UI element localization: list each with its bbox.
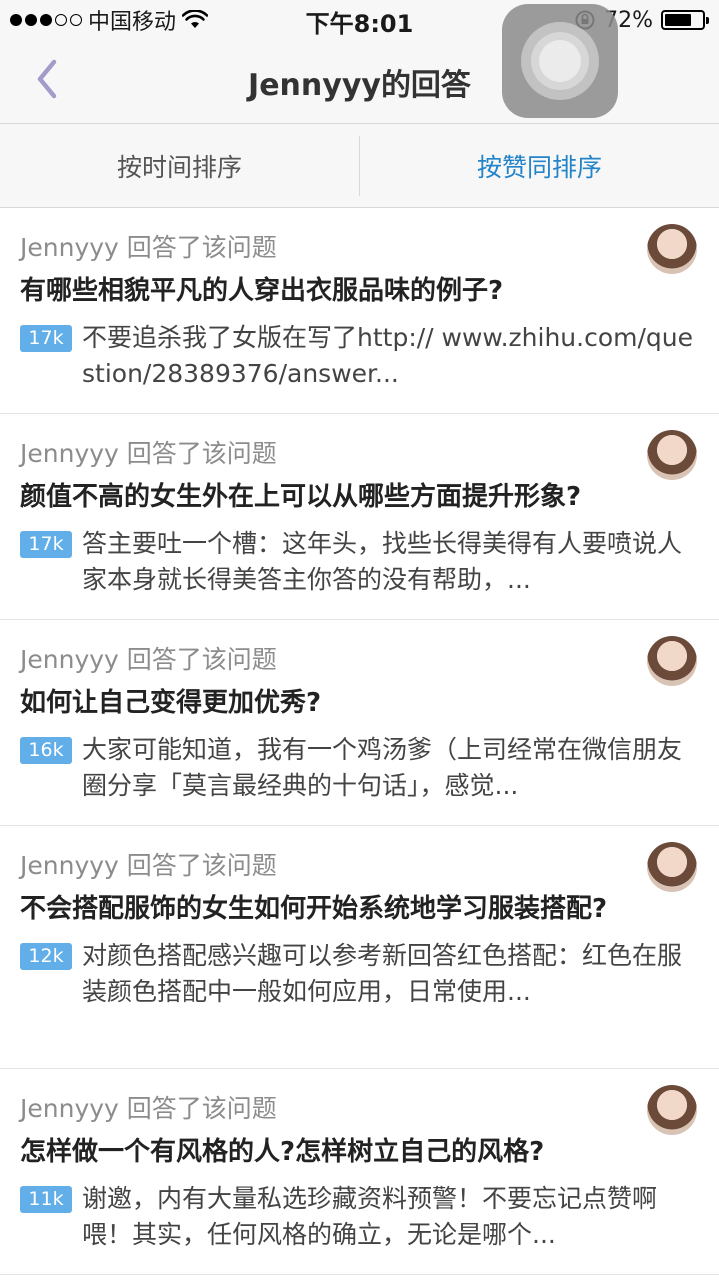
answer-meta: Jennyyy 回答了该问题 [20,1094,277,1123]
answer-meta: Jennyyy 回答了该问题 [20,645,277,674]
avatar[interactable] [647,842,697,892]
answer-summary[interactable]: 17k 答主要吐一个槽：这年头，找些长得美得有人要喷说人家本身就长得美答主你答的… [20,526,699,598]
answer-item[interactable]: Jennyyy 回答了该问题 颜值不高的女生外在上可以从哪些方面提升形象? 17… [0,414,719,620]
answer-summary[interactable]: 17k 不要追杀我了女版在写了http:// www.zhihu.com/que… [20,320,699,392]
answer-excerpt: 谢邀，内有大量私选珍藏资料预警！不要忘记点赞啊喂！其实，任何风格的确立，无论是哪… [82,1184,658,1249]
answer-item[interactable]: Jennyyy 回答了该问题 如何让自己变得更加优秀? 16k 大家可能知道，我… [0,620,719,826]
vote-count-badge: 12k [20,943,72,970]
battery-icon [661,10,709,30]
tab-sort-by-time[interactable]: 按时间排序 [0,124,359,207]
answer-meta: Jennyyy 回答了该问题 [20,439,277,468]
assistive-touch-button[interactable] [502,4,618,118]
answer-excerpt: 对颜色搭配感兴趣可以参考新回答红色搭配：红色在服装颜色搭配中一般如何应用，日常使… [82,941,683,1006]
answer-item[interactable]: Jennyyy 回答了该问题 有哪些相貌平凡的人穿出衣服品味的例子? 17k 不… [0,208,719,414]
avatar[interactable] [647,430,697,480]
answer-item[interactable]: Jennyyy 回答了该问题 不会搭配服饰的女生如何开始系统地学习服装搭配? 1… [0,826,719,1069]
sort-tabs: 按时间排序 按赞同排序 [0,124,719,208]
answer-meta: Jennyyy 回答了该问题 [20,233,277,262]
avatar[interactable] [647,636,697,686]
question-title[interactable]: 不会搭配服饰的女生如何开始系统地学习服装搭配? [20,890,699,928]
answer-excerpt: 不要追杀我了女版在写了http:// www.zhihu.com/questio… [82,323,693,388]
vote-count-badge: 17k [20,325,72,352]
answer-excerpt: 答主要吐一个槽：这年头，找些长得美得有人要喷说人家本身就长得美答主你答的没有帮助… [82,529,683,594]
question-title[interactable]: 怎样做一个有风格的人?怎样树立自己的风格? [20,1133,699,1171]
vote-count-badge: 17k [20,531,72,558]
avatar[interactable] [647,224,697,274]
vote-count-badge: 11k [20,1186,72,1213]
question-title[interactable]: 颜值不高的女生外在上可以从哪些方面提升形象? [20,478,699,516]
question-title[interactable]: 如何让自己变得更加优秀? [20,684,699,722]
answer-summary[interactable]: 12k 对颜色搭配感兴趣可以参考新回答红色搭配：红色在服装颜色搭配中一般如何应用… [20,938,699,1010]
answer-summary[interactable]: 11k 谢邀，内有大量私选珍藏资料预警！不要忘记点赞啊喂！其实，任何风格的确立，… [20,1181,699,1253]
answer-list: Jennyyy 回答了该问题 有哪些相貌平凡的人穿出衣服品味的例子? 17k 不… [0,208,719,1275]
tab-sort-by-votes[interactable]: 按赞同排序 [360,124,719,207]
answer-excerpt: 大家可能知道，我有一个鸡汤爹（上司经常在微信朋友圈分享「莫言最经典的十句话」，感… [82,735,683,800]
answer-item[interactable]: Jennyyy 回答了该问题 怎样做一个有风格的人?怎样树立自己的风格? 11k… [0,1069,719,1275]
battery-fill [665,14,691,26]
question-title[interactable]: 有哪些相貌平凡的人穿出衣服品味的例子? [20,272,699,310]
answer-meta: Jennyyy 回答了该问题 [20,851,277,880]
avatar[interactable] [647,1085,697,1135]
vote-count-badge: 16k [20,737,72,764]
answer-summary[interactable]: 16k 大家可能知道，我有一个鸡汤爹（上司经常在微信朋友圈分享「莫言最经典的十句… [20,732,699,804]
